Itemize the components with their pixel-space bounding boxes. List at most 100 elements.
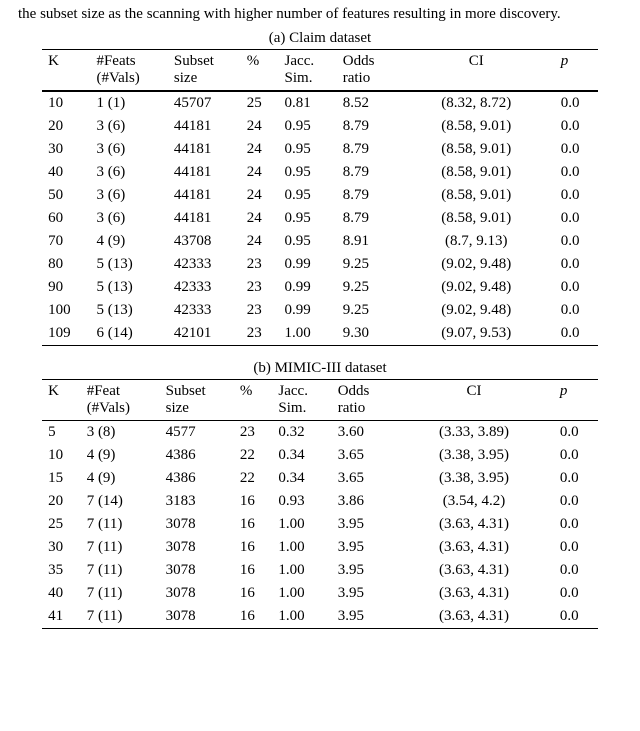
table-row: 307 (11)3078161.003.95(3.63, 4.31)0.0: [42, 536, 598, 559]
cell-ci: (3.38, 3.95): [394, 444, 554, 467]
table-row: 403 (6)44181240.958.79(8.58, 9.01)0.0: [42, 161, 598, 184]
cell-feats: 3 (6): [90, 138, 167, 161]
cell-subset: 44181: [168, 184, 241, 207]
cell-odds: 9.30: [337, 322, 398, 345]
col-feats: #Feats(#Vals): [90, 50, 167, 91]
cell-ci: (3.54, 4.2): [394, 490, 554, 513]
cell-ci: (9.02, 9.48): [398, 253, 555, 276]
cell-p: 0.0: [554, 536, 598, 559]
table-row: 104 (9)4386220.343.65(3.38, 3.95)0.0: [42, 444, 598, 467]
cell-jacc: 0.95: [279, 207, 337, 230]
table-row: 101 (1)45707250.818.52(8.32, 8.72)0.0: [42, 91, 598, 115]
cell-pct: 24: [241, 115, 279, 138]
table-row: 203 (6)44181240.958.79(8.58, 9.01)0.0: [42, 115, 598, 138]
cell-jacc: 0.34: [272, 467, 331, 490]
cell-p: 0.0: [555, 207, 598, 230]
cell-jacc: 0.99: [279, 276, 337, 299]
cell-k: 15: [42, 467, 81, 490]
col-odds: Oddsratio: [337, 50, 398, 91]
cell-subset: 4386: [160, 444, 234, 467]
cell-p: 0.0: [554, 559, 598, 582]
cell-jacc: 0.95: [279, 115, 337, 138]
cell-k: 30: [42, 536, 81, 559]
col-pct: %: [234, 380, 273, 421]
col-feats: #Feat(#Vals): [81, 380, 160, 421]
cell-subset: 3183: [160, 490, 234, 513]
cell-p: 0.0: [554, 444, 598, 467]
cell-k: 40: [42, 161, 90, 184]
col-pct: %: [241, 50, 279, 91]
col-k: K: [42, 50, 90, 91]
cell-subset: 42101: [168, 322, 241, 345]
cell-pct: 24: [241, 184, 279, 207]
cell-k: 60: [42, 207, 90, 230]
table-a-caption: (a) Claim dataset: [18, 30, 622, 47]
cell-odds: 3.95: [332, 513, 394, 536]
cell-p: 0.0: [555, 91, 598, 115]
cell-ci: (8.32, 8.72): [398, 91, 555, 115]
cell-odds: 9.25: [337, 253, 398, 276]
cell-p: 0.0: [555, 230, 598, 253]
cell-jacc: 0.81: [279, 91, 337, 115]
cell-p: 0.0: [554, 513, 598, 536]
cell-feats: 7 (11): [81, 559, 160, 582]
cell-subset: 3078: [160, 605, 234, 628]
cell-subset: 42333: [168, 253, 241, 276]
cell-pct: 24: [241, 207, 279, 230]
table-row: 154 (9)4386220.343.65(3.38, 3.95)0.0: [42, 467, 598, 490]
cell-p: 0.0: [555, 184, 598, 207]
cell-pct: 16: [234, 559, 273, 582]
cell-jacc: 0.95: [279, 161, 337, 184]
cell-p: 0.0: [555, 161, 598, 184]
cell-feats: 7 (11): [81, 582, 160, 605]
table-row: 417 (11)3078161.003.95(3.63, 4.31)0.0: [42, 605, 598, 628]
cell-subset: 44181: [168, 138, 241, 161]
cell-p: 0.0: [554, 605, 598, 628]
cell-p: 0.0: [555, 115, 598, 138]
cell-k: 109: [42, 322, 90, 345]
cell-k: 25: [42, 513, 81, 536]
cell-jacc: 1.00: [272, 513, 331, 536]
table-b: K #Feat(#Vals) Subsetsize % Jacc.Sim. Od…: [42, 379, 598, 629]
cell-jacc: 1.00: [279, 322, 337, 345]
cell-pct: 25: [241, 91, 279, 115]
col-p: p: [555, 50, 598, 91]
col-p: p: [554, 380, 598, 421]
table-a: K #Feats(#Vals) Subsetsize % Jacc.Sim. O…: [42, 49, 598, 346]
cell-subset: 44181: [168, 207, 241, 230]
table-row: 303 (6)44181240.958.79(8.58, 9.01)0.0: [42, 138, 598, 161]
cell-k: 5: [42, 421, 81, 445]
cell-k: 80: [42, 253, 90, 276]
cell-jacc: 0.95: [279, 138, 337, 161]
cell-ci: (3.63, 4.31): [394, 559, 554, 582]
cell-feats: 7 (11): [81, 605, 160, 628]
cell-odds: 8.91: [337, 230, 398, 253]
cell-subset: 43708: [168, 230, 241, 253]
cell-jacc: 1.00: [272, 559, 331, 582]
cell-feats: 6 (14): [90, 322, 167, 345]
cell-subset: 45707: [168, 91, 241, 115]
table-row: 1005 (13)42333230.999.25(9.02, 9.48)0.0: [42, 299, 598, 322]
cell-k: 10: [42, 444, 81, 467]
cell-subset: 42333: [168, 276, 241, 299]
cell-ci: (3.33, 3.89): [394, 421, 554, 445]
cell-subset: 3078: [160, 513, 234, 536]
text-fragment: the subset size as the scanning with hig…: [18, 4, 622, 24]
cell-pct: 16: [234, 582, 273, 605]
cell-pct: 23: [241, 276, 279, 299]
cell-jacc: 0.95: [279, 230, 337, 253]
cell-odds: 8.79: [337, 115, 398, 138]
cell-feats: 3 (6): [90, 184, 167, 207]
cell-odds: 3.95: [332, 559, 394, 582]
cell-ci: (3.63, 4.31): [394, 582, 554, 605]
cell-pct: 23: [241, 322, 279, 345]
col-subset: Subsetsize: [160, 380, 234, 421]
cell-jacc: 1.00: [272, 536, 331, 559]
cell-k: 90: [42, 276, 90, 299]
cell-pct: 16: [234, 605, 273, 628]
cell-ci: (8.58, 9.01): [398, 161, 555, 184]
cell-k: 30: [42, 138, 90, 161]
cell-subset: 4577: [160, 421, 234, 445]
cell-odds: 3.86: [332, 490, 394, 513]
table-row: 357 (11)3078161.003.95(3.63, 4.31)0.0: [42, 559, 598, 582]
